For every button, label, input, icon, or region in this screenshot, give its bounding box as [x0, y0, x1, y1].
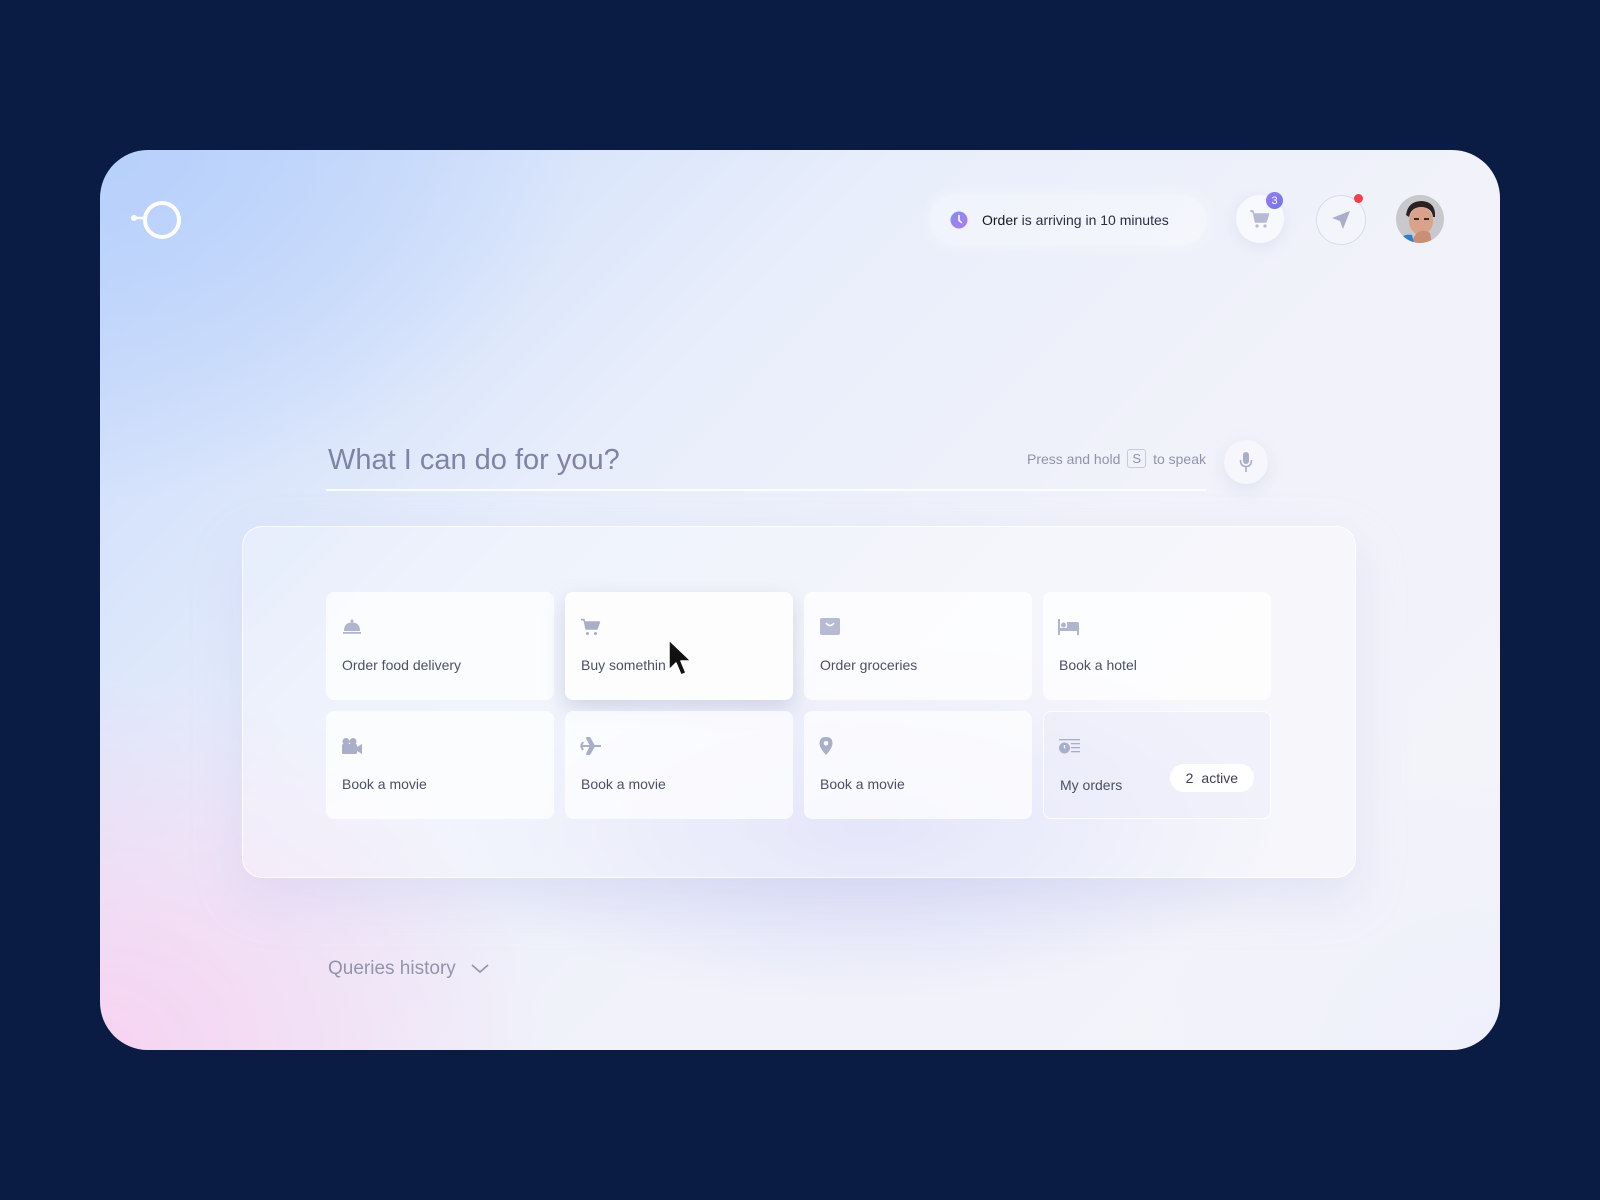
avatar-image	[1396, 195, 1444, 243]
tile-order-groceries[interactable]: Order groceries	[804, 592, 1032, 700]
food-cloche-icon	[343, 619, 361, 634]
app-window: Order is arriving in 10 minutes 3 Press …	[100, 150, 1500, 1050]
tile-label: Book a movie	[581, 776, 666, 792]
quick-actions-grid: Order food delivery Buy somethin Order g…	[326, 592, 1271, 819]
tile-buy-something[interactable]: Buy somethin	[565, 592, 793, 700]
cart-icon	[1250, 210, 1270, 228]
tile-order-food-delivery[interactable]: Order food delivery	[326, 592, 554, 700]
active-orders-count: 2	[1185, 770, 1194, 786]
bed-icon	[1058, 619, 1079, 635]
microphone-icon	[1239, 452, 1253, 472]
video-camera-icon	[342, 738, 362, 754]
user-avatar[interactable]	[1396, 195, 1444, 243]
tile-book-a-hotel[interactable]: Book a hotel	[1043, 592, 1271, 700]
hint-suffix: to speak	[1153, 450, 1206, 467]
tile-book-a-flight[interactable]: Book a movie	[565, 711, 793, 819]
clock-icon	[950, 211, 968, 229]
microphone-button[interactable]	[1224, 440, 1268, 484]
orders-list-icon	[1059, 739, 1080, 754]
search-input[interactable]	[326, 439, 980, 481]
grocery-bag-icon	[820, 618, 840, 635]
tile-label: Book a hotel	[1059, 657, 1137, 673]
cart-icon	[581, 618, 601, 635]
tile-label: Buy somethin	[581, 657, 666, 673]
airplane-icon	[580, 737, 601, 755]
notification-dot	[1354, 194, 1363, 203]
tile-label: Book a movie	[820, 776, 905, 792]
tile-book-a-location[interactable]: Book a movie	[804, 711, 1032, 819]
order-status-notification[interactable]: Order is arriving in 10 minutes	[930, 195, 1207, 245]
cart-count-badge: 3	[1266, 192, 1283, 209]
tile-label: Order food delivery	[342, 657, 462, 673]
location-pin-icon	[819, 737, 833, 755]
active-orders-text: active	[1201, 770, 1238, 786]
chevron-down-icon	[471, 964, 489, 974]
notification-text: Order is arriving in 10 minutes	[982, 212, 1169, 228]
tile-my-orders[interactable]: My orders 2 active	[1043, 711, 1271, 819]
queries-history-toggle[interactable]: Queries history	[328, 958, 490, 980]
send-icon	[1332, 211, 1350, 229]
active-orders-badge: 2 active	[1169, 764, 1254, 792]
queries-history-label: Queries history	[328, 958, 456, 979]
send-button[interactable]	[1316, 194, 1366, 245]
tile-label: My orders	[1060, 777, 1123, 793]
voice-hint: Press and hold S to speak	[1027, 449, 1206, 468]
search-bar: Press and hold S to speak	[326, 433, 1206, 491]
cart-button[interactable]: 3	[1236, 192, 1284, 243]
logo-icon[interactable]	[128, 198, 184, 242]
tile-label: Book a movie	[342, 776, 427, 792]
hint-prefix: Press and hold	[1026, 450, 1121, 467]
hint-key: S	[1127, 449, 1147, 468]
tile-book-a-movie[interactable]: Book a movie	[326, 711, 554, 819]
tile-label: Order groceries	[820, 657, 918, 673]
